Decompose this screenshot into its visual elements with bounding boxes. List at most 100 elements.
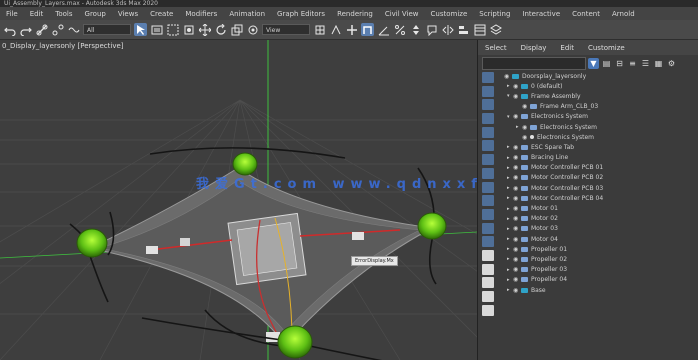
visibility-eye-icon[interactable]: ◉: [513, 195, 521, 202]
visibility-eye-icon[interactable]: ◉: [513, 215, 521, 222]
list-view-icon[interactable]: ▤: [601, 58, 612, 69]
tree-row[interactable]: ▸ ◉ Base: [498, 285, 698, 295]
display-space-warps-icon[interactable]: [482, 140, 494, 152]
display-none-icon[interactable]: [482, 249, 494, 261]
display-cameras-icon[interactable]: [482, 113, 494, 125]
select-object-icon[interactable]: [134, 23, 147, 36]
menu-item-graph-editors[interactable]: Graph Editors: [271, 10, 331, 18]
move-icon[interactable]: [198, 23, 211, 36]
motor-front[interactable]: [232, 152, 258, 176]
tree-row[interactable]: ▸ ◉ Propeller 02: [498, 254, 698, 264]
menu-item-create[interactable]: Create: [144, 10, 179, 18]
undo-icon[interactable]: [3, 23, 16, 36]
tree-row[interactable]: ▸ ◉ Propeller 04: [498, 275, 698, 285]
menu-item-group[interactable]: Group: [79, 10, 112, 18]
visibility-eye-icon[interactable]: ◉: [513, 246, 521, 253]
menu-item-modifiers[interactable]: Modifiers: [179, 10, 223, 18]
menu-item-content[interactable]: Content: [566, 10, 606, 18]
display-options-icon[interactable]: ▦: [653, 58, 664, 69]
display-groups-icon[interactable]: [482, 154, 494, 166]
tree-row[interactable]: ▸ ◉ Motor Controller PCB 03: [498, 183, 698, 193]
tree-row[interactable]: ▸ ◉ Motor 02: [498, 214, 698, 224]
tree-row[interactable]: ▸ ◉ Motor Controller PCB 02: [498, 173, 698, 183]
visibility-eye-icon[interactable]: ◉: [522, 103, 530, 110]
layer-explorer-icon[interactable]: [489, 23, 502, 36]
display-dependents-icon[interactable]: [482, 304, 494, 316]
menu-item-scripting[interactable]: Scripting: [473, 10, 516, 18]
display-helpers-icon[interactable]: [482, 126, 494, 138]
toggle-scene-explorer-icon[interactable]: [473, 23, 486, 36]
perspective-viewport[interactable]: 0_Display_layersonly [Perspective] 我爱Gt.…: [0, 40, 477, 360]
configure-icon[interactable]: ⚙: [666, 58, 677, 69]
layer-stack-icon[interactable]: ☰: [640, 58, 651, 69]
tree-row[interactable]: ▸ ◉ Motor Controller PCB 01: [498, 163, 698, 173]
visibility-eye-icon[interactable]: ◉: [513, 236, 521, 243]
display-lights-icon[interactable]: [482, 99, 494, 111]
menu-item-rendering[interactable]: Rendering: [331, 10, 379, 18]
tree-row[interactable]: ▾ ◉ Electronics System: [498, 112, 698, 122]
display-bones-icon[interactable]: [482, 181, 494, 193]
visibility-eye-icon[interactable]: ◉: [513, 225, 521, 232]
display-all-icon[interactable]: [482, 236, 494, 248]
display-shapes-icon[interactable]: [482, 85, 494, 97]
redo-icon[interactable]: [19, 23, 32, 36]
visibility-eye-icon[interactable]: ◉: [513, 256, 521, 263]
align-icon[interactable]: [457, 23, 470, 36]
unlink-icon[interactable]: [51, 23, 64, 36]
tree-row[interactable]: ▸ ◉ Electronics System: [498, 122, 698, 132]
tab-customize[interactable]: Customize: [581, 44, 632, 52]
region-select-icon[interactable]: [166, 23, 179, 36]
tab-edit[interactable]: Edit: [553, 44, 581, 52]
reference-coordinate-dropdown[interactable]: View: [262, 24, 310, 35]
display-containers-icon[interactable]: [482, 195, 494, 207]
mirror-icon[interactable]: [441, 23, 454, 36]
percent-snap-icon[interactable]: [393, 23, 406, 36]
tree-row[interactable]: ▸ ◉ Motor 03: [498, 224, 698, 234]
menu-item-customize[interactable]: Customize: [425, 10, 474, 18]
rotate-icon[interactable]: [214, 23, 227, 36]
visibility-eye-icon[interactable]: ◉: [513, 164, 521, 171]
menu-item-civil-view[interactable]: Civil View: [379, 10, 425, 18]
tree-row[interactable]: ◉ Electronics System: [498, 132, 698, 142]
select-manipulate-icon[interactable]: [329, 23, 342, 36]
scene-explorer-search-input[interactable]: [482, 56, 586, 70]
visibility-eye-icon[interactable]: ◉: [513, 205, 521, 212]
menu-item-views[interactable]: Views: [112, 10, 144, 18]
tree-row[interactable]: ▸ ◉ 0 (default): [498, 81, 698, 91]
visibility-eye-icon[interactable]: ◉: [513, 154, 521, 161]
placement-icon[interactable]: [246, 23, 259, 36]
visibility-eye-icon[interactable]: ◉: [513, 93, 521, 100]
display-xrefs-icon[interactable]: [482, 167, 494, 179]
display-geometry-icon[interactable]: [482, 72, 494, 83]
tree-row[interactable]: ▸ ◉ Propeller 01: [498, 244, 698, 254]
window-crossing-icon[interactable]: [182, 23, 195, 36]
visibility-eye-icon[interactable]: ◉: [522, 124, 530, 131]
snaps-toggle-icon[interactable]: [361, 23, 374, 36]
visibility-eye-icon[interactable]: ◉: [513, 185, 521, 192]
pivot-center-icon[interactable]: [313, 23, 326, 36]
tree-row[interactable]: ▸ ◉ Propeller 03: [498, 265, 698, 275]
scale-icon[interactable]: [230, 23, 243, 36]
visibility-eye-icon[interactable]: ◉: [513, 113, 521, 120]
menu-item-animation[interactable]: Animation: [223, 10, 271, 18]
visibility-eye-icon[interactable]: ◉: [513, 287, 521, 294]
visibility-eye-icon[interactable]: ◉: [522, 134, 530, 141]
visibility-eye-icon[interactable]: ◉: [513, 174, 521, 181]
spinner-snap-icon[interactable]: [409, 23, 422, 36]
menu-item-edit[interactable]: Edit: [24, 10, 50, 18]
visibility-eye-icon[interactable]: ◉: [513, 83, 521, 90]
lock-icon[interactable]: ⊟: [614, 58, 625, 69]
visibility-eye-icon[interactable]: ◉: [513, 266, 521, 273]
motor-right[interactable]: [417, 212, 447, 240]
tree-row[interactable]: ▸ ◉ Bracing Line: [498, 153, 698, 163]
display-frozen-icon[interactable]: [482, 208, 494, 220]
tree-row[interactable]: ▾ ◉ Frame Assembly: [498, 91, 698, 101]
bind-space-warp-icon[interactable]: [67, 23, 80, 36]
sort-icon[interactable]: ≡: [627, 58, 638, 69]
visibility-eye-icon[interactable]: ◉: [513, 144, 521, 151]
menu-item-arnold[interactable]: Arnold: [606, 10, 641, 18]
select-by-name-icon[interactable]: [150, 23, 163, 36]
menu-item-interactive[interactable]: Interactive: [516, 10, 566, 18]
motor-left[interactable]: [76, 228, 108, 258]
tree-row[interactable]: ▸ ◉ Motor 01: [498, 203, 698, 213]
